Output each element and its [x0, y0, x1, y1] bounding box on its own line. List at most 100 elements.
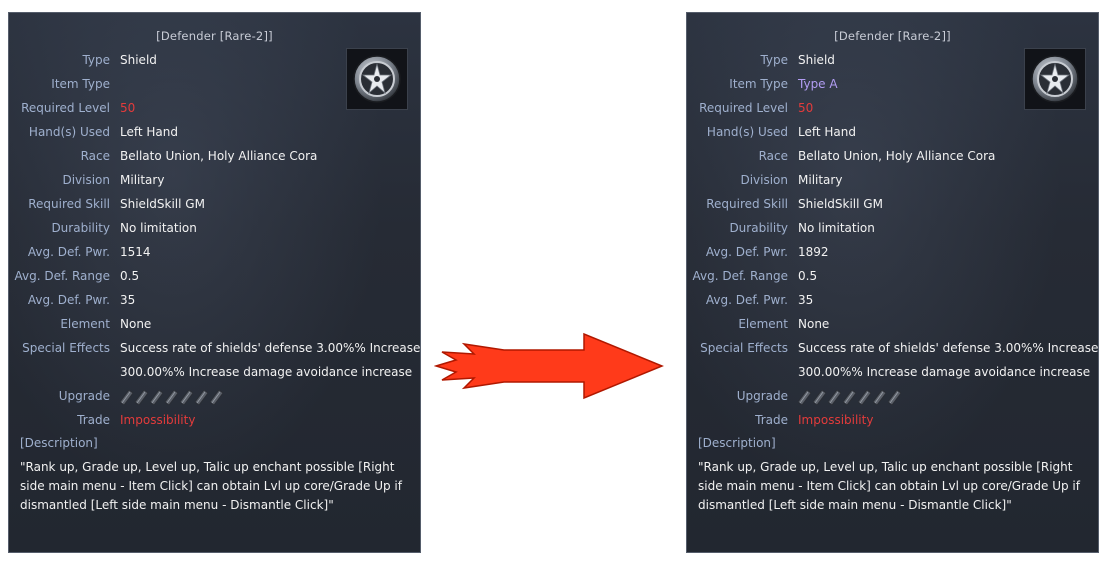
type-label: Type: [760, 53, 788, 67]
row-special-effects: Special Effects Success rate of shields'…: [687, 341, 1098, 361]
row-hands-used: Hand(s) Used Left Hand: [9, 125, 420, 145]
trade-value: Impossibility: [120, 413, 196, 427]
description-text: "Rank up, Grade up, Level up, Talic up e…: [698, 460, 1080, 512]
item-type-label: Item Type: [51, 77, 110, 91]
empty-talic-slot-icon: [210, 390, 223, 405]
upgrade-slots: [120, 390, 223, 405]
empty-talic-slot-icon: [828, 390, 841, 405]
empty-talic-slot-icon: [858, 390, 871, 405]
avg-def-pwr-value: 1892: [798, 245, 829, 259]
race-value: Bellato Union, Holy Alliance Cora: [120, 149, 318, 163]
upgrade-label: Upgrade: [58, 389, 110, 403]
durability-value: No limitation: [798, 221, 875, 235]
avg-def-pwr-2-label: Avg. Def. Pwr.: [27, 293, 110, 307]
row-special-effects-2: 300.00%% Increase damage avoidance incre…: [687, 365, 1098, 385]
item-tooltip-before: [Defender [Rare-2]] Type Shield Item Typ…: [8, 12, 421, 553]
division-label: Division: [740, 173, 788, 187]
empty-talic-slot-icon: [135, 390, 148, 405]
row-upgrade: Upgrade: [687, 389, 1098, 409]
item-title: [Defender [Rare-2]]: [156, 29, 273, 43]
element-value: None: [798, 317, 830, 331]
row-special-effects: Special Effects Success rate of shields'…: [9, 341, 420, 361]
required-level-value: 50: [798, 101, 814, 115]
hands-used-label: Hand(s) Used: [28, 125, 110, 139]
row-avg-def-range: Avg. Def. Range 0.5: [9, 269, 420, 289]
division-label: Division: [62, 173, 110, 187]
special-effects-label: Special Effects: [22, 341, 110, 355]
trade-label: Trade: [755, 413, 788, 427]
element-label: Element: [60, 317, 110, 331]
row-required-level: Required Level 50: [9, 101, 420, 121]
item-type-value: Type A: [798, 77, 838, 91]
division-value: Military: [798, 173, 843, 187]
row-required-skill: Required Skill ShieldSkill GM: [687, 197, 1098, 217]
empty-talic-slot-icon: [180, 390, 193, 405]
hands-used-label: Hand(s) Used: [706, 125, 788, 139]
row-division: Division Military: [687, 173, 1098, 193]
row-upgrade: Upgrade: [9, 389, 420, 409]
avg-def-pwr-value: 1514: [120, 245, 151, 259]
type-value: Shield: [798, 53, 835, 67]
row-durability: Durability No limitation: [9, 221, 420, 241]
item-type-label: Item Type: [729, 77, 788, 91]
row-type: Type Shield: [687, 53, 1098, 73]
race-label: Race: [758, 149, 788, 163]
upgrade-slots: [798, 390, 901, 405]
row-avg-def-pwr: Avg. Def. Pwr. 1514: [9, 245, 420, 265]
trade-label: Trade: [77, 413, 110, 427]
row-avg-def-pwr: Avg. Def. Pwr. 1892: [687, 245, 1098, 265]
avg-def-range-value: 0.5: [798, 269, 818, 283]
description-header: [Description]: [20, 436, 98, 450]
row-trade: Trade Impossibility: [9, 413, 420, 433]
required-level-label: Required Level: [21, 101, 110, 115]
special-effects-2-value: 300.00%% Increase damage avoidance incre…: [798, 365, 1091, 379]
avg-def-range-value: 0.5: [120, 269, 140, 283]
item-tooltip-after: [Defender [Rare-2]] Type Shield Item Typ…: [686, 12, 1099, 553]
element-value: None: [120, 317, 152, 331]
type-label: Type: [82, 53, 110, 67]
row-avg-def-pwr-2: Avg. Def. Pwr. 35: [687, 293, 1098, 313]
race-label: Race: [80, 149, 110, 163]
special-effects-value: Success rate of shields' defense 3.00%% …: [798, 341, 1099, 355]
row-item-type: Item Type Type A: [687, 77, 1098, 97]
row-avg-def-pwr-2: Avg. Def. Pwr. 35: [9, 293, 420, 313]
row-item-type: Item Type: [9, 77, 420, 97]
required-level-label: Required Level: [699, 101, 788, 115]
empty-talic-slot-icon: [195, 390, 208, 405]
empty-talic-slot-icon: [120, 390, 133, 405]
right-arrow-icon: [434, 332, 664, 400]
empty-talic-slot-icon: [813, 390, 826, 405]
avg-def-pwr-label: Avg. Def. Pwr.: [705, 245, 788, 259]
special-effects-2-value: 300.00%% Increase damage avoidance incre…: [120, 365, 413, 379]
durability-label: Durability: [729, 221, 788, 235]
type-value: Shield: [120, 53, 157, 67]
hands-used-value: Left Hand: [120, 125, 178, 139]
row-type: Type Shield: [9, 53, 420, 73]
empty-talic-slot-icon: [843, 390, 856, 405]
required-skill-value: ShieldSkill GM: [120, 197, 205, 211]
row-race: Race Bellato Union, Holy Alliance Cora: [687, 149, 1098, 169]
special-effects-label: Special Effects: [700, 341, 788, 355]
row-trade: Trade Impossibility: [687, 413, 1098, 433]
item-title: [Defender [Rare-2]]: [834, 29, 951, 43]
required-skill-value: ShieldSkill GM: [798, 197, 883, 211]
avg-def-range-label: Avg. Def. Range: [692, 269, 789, 283]
element-label: Element: [738, 317, 788, 331]
upgrade-label: Upgrade: [736, 389, 788, 403]
special-effects-value: Success rate of shields' defense 3.00%% …: [120, 341, 421, 355]
description-text: "Rank up, Grade up, Level up, Talic up e…: [20, 460, 402, 512]
empty-talic-slot-icon: [873, 390, 886, 405]
division-value: Military: [120, 173, 165, 187]
required-level-value: 50: [120, 101, 136, 115]
required-skill-label: Required Skill: [706, 197, 788, 211]
empty-talic-slot-icon: [798, 390, 811, 405]
row-race: Race Bellato Union, Holy Alliance Cora: [9, 149, 420, 169]
row-element: Element None: [9, 317, 420, 337]
avg-def-pwr-label: Avg. Def. Pwr.: [27, 245, 110, 259]
row-durability: Durability No limitation: [687, 221, 1098, 241]
required-skill-label: Required Skill: [28, 197, 110, 211]
avg-def-range-label: Avg. Def. Range: [14, 269, 111, 283]
avg-def-pwr-2-value: 35: [798, 293, 814, 307]
row-required-level: Required Level 50: [687, 101, 1098, 121]
row-avg-def-range: Avg. Def. Range 0.5: [687, 269, 1098, 289]
